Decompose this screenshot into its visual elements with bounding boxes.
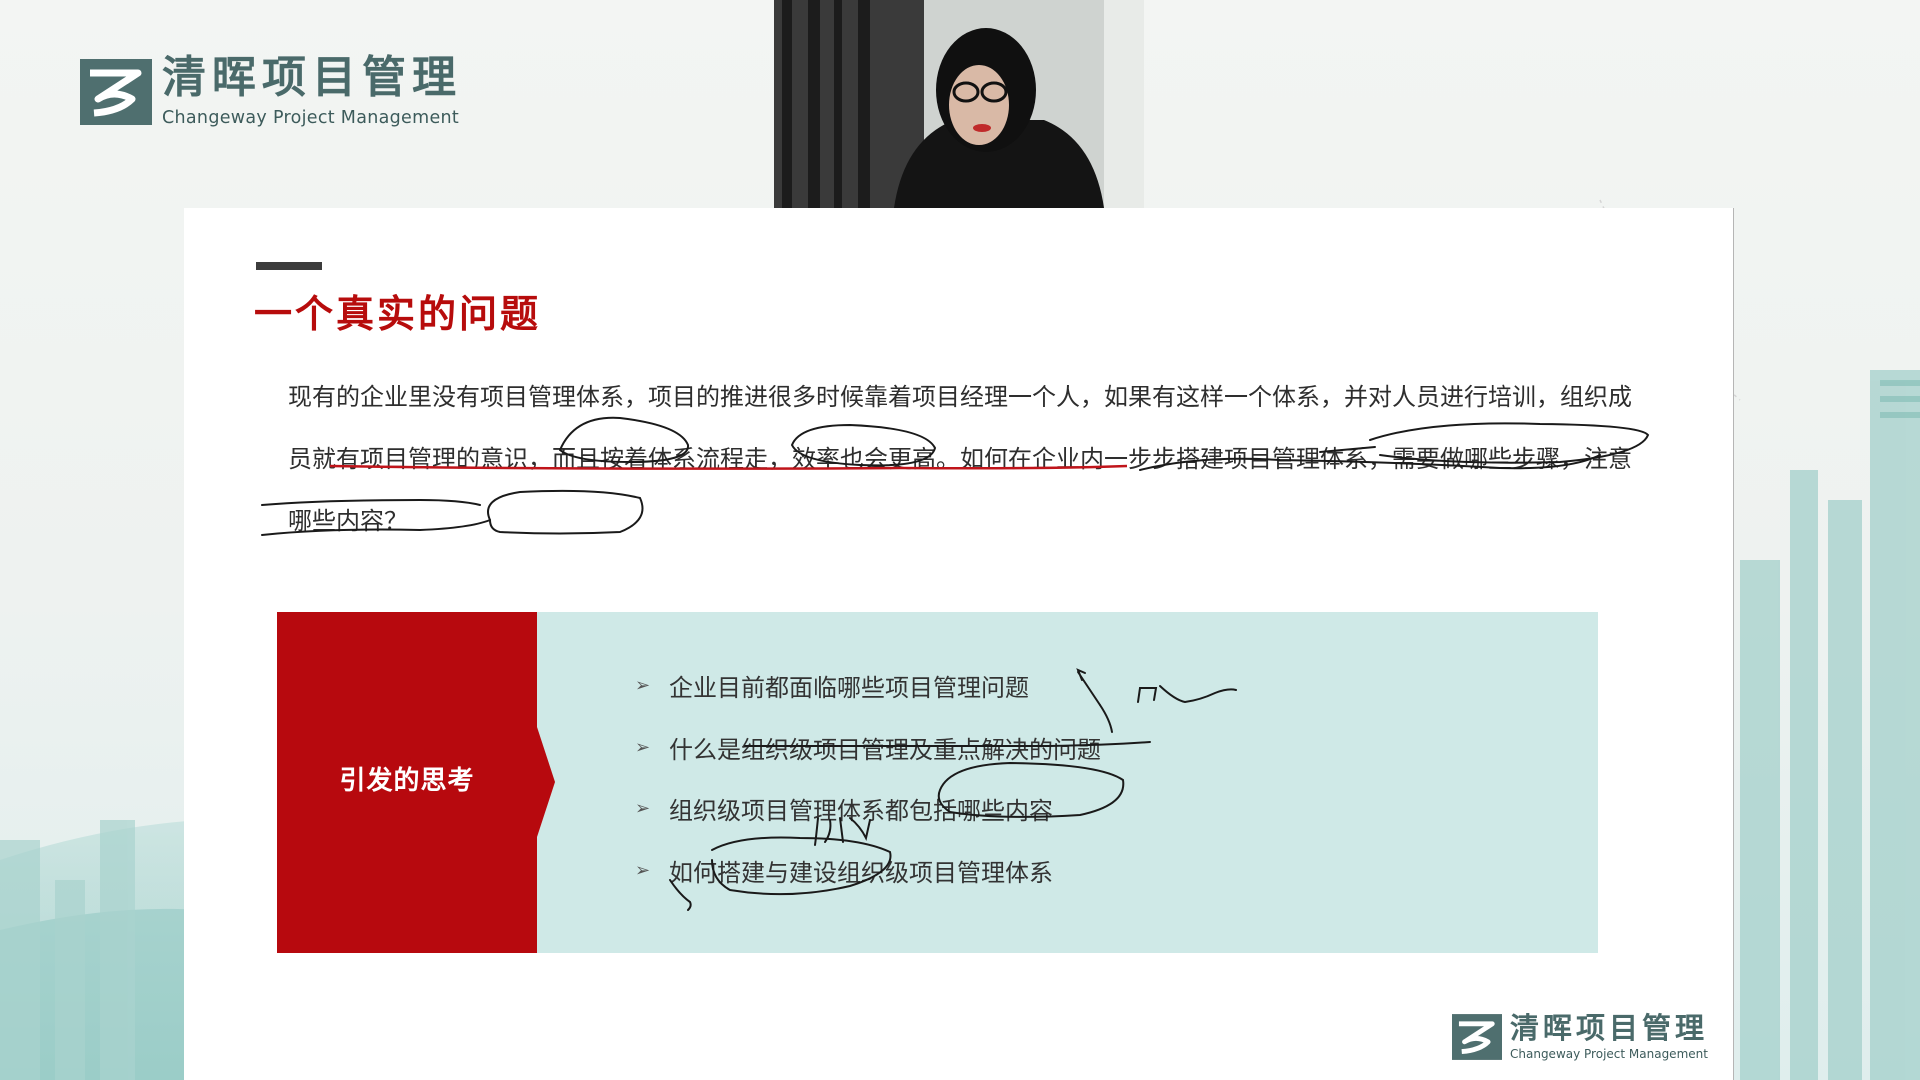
reflection-list: ➢ 企业目前都面临哪些项目管理问题 ➢ 什么是组织级项目管理及重点解决的问题 ➢ 组织… [635,655,1101,901]
arrow-bullet-icon: ➢ [635,736,651,758]
list-item-text: 组织级项目管理体系都包括哪些内容 [669,797,1053,826]
reflection-box: 引发的思考 ➢ 企业目前都面临哪些项目管理问题 ➢ 什么是组织级项目管理及重点解决的… [277,612,1598,953]
logo-name-en: Changeway Project Management [1510,1047,1708,1061]
logo-name-en: Changeway Project Management [162,108,460,128]
logo-name-cn: 清晖项目管理 [1510,1011,1709,1045]
list-item-text: 什么是组织级项目管理及重点解决的问题 [669,735,1101,764]
list-item-text: 企业目前都面临哪些项目管理问题 [669,674,1029,703]
list-item: ➢ 企业目前都面临哪些项目管理问题 [635,655,1101,717]
slide-title: 一个真实的问题 [254,292,542,336]
arrow-bullet-icon: ➢ [635,859,651,881]
reflection-arrow [537,727,555,837]
reflection-label: 引发的思考 [339,766,475,796]
list-item: ➢ 如何搭建与建设组织级项目管理体系 [635,840,1101,902]
logo-top: 清晖项目管理 Changeway Project Management [80,56,462,128]
presenter-video [774,0,1144,208]
list-item-text: 如何搭建与建设组织级项目管理体系 [669,858,1053,887]
logo-name-cn: 清晖项目管理 [162,52,462,103]
logo-mark-icon [1452,1013,1502,1061]
arrow-bullet-icon: ➢ [635,798,651,820]
problem-paragraph: 现有的企业里没有项目管理体系，项目的推进很多时候靠着项目经理一个人，如果有这样一… [288,383,1632,535]
logo-mark-icon [80,58,152,125]
arrow-bullet-icon: ➢ [635,675,651,697]
logo-bottom: 清晖项目管理 Changeway Project Management [1452,1013,1708,1061]
slide-edge [1733,208,1734,1080]
title-accent-bar [256,262,322,270]
list-item: ➢ 组织级项目管理体系都包括哪些内容 [635,778,1101,840]
list-item: ➢ 什么是组织级项目管理及重点解决的问题 [635,717,1101,779]
